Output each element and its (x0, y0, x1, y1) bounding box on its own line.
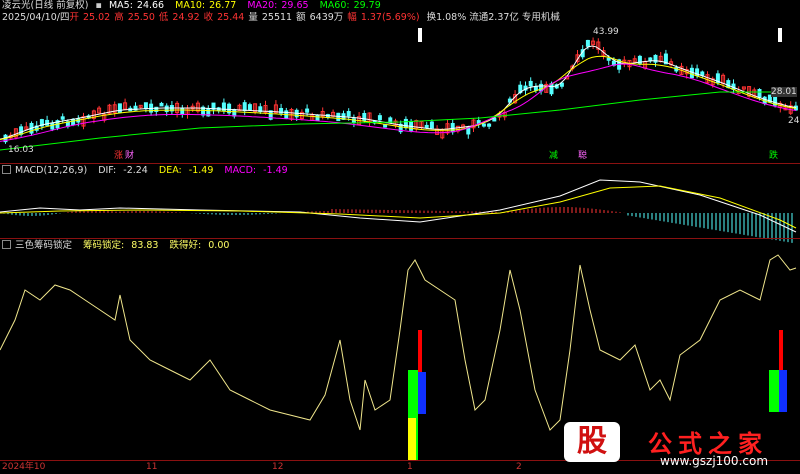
candle-body (726, 80, 731, 89)
candle-body (305, 108, 310, 113)
cyq-lock-line (0, 254, 797, 431)
candle-body (424, 124, 429, 128)
chip-bar-green (408, 418, 416, 460)
watermark: 股 公式之家 www.gszj100.com (560, 420, 800, 474)
ma60-line (0, 91, 796, 151)
chip-bar-red-right (779, 330, 783, 370)
candle-body (164, 105, 169, 113)
candle-body (221, 102, 226, 112)
x-axis-label: 12 (272, 462, 284, 472)
signal-tag-cai: 财 (125, 151, 135, 161)
candle-body (528, 80, 533, 87)
panel-separator-2 (0, 238, 800, 239)
watermark-url: www.gszj100.com (660, 454, 769, 468)
indicator-toggle-icon[interactable] (2, 240, 11, 249)
candle-body (143, 102, 148, 110)
watermark-logo: 股 (564, 422, 620, 462)
candle-body (606, 57, 611, 61)
candle-body (50, 122, 55, 130)
candle-body (487, 123, 492, 127)
macd-name[interactable]: MACD(12,26,9) (2, 165, 91, 176)
chip-bar-green-right (769, 370, 779, 412)
macd-dea: DEA: -1.49 (158, 165, 214, 176)
cyq-name[interactable]: 三色筹码锁定 (2, 240, 76, 251)
cyq-lock: 筹码锁定: 83.83 (83, 240, 159, 251)
x-axis-label: 2 (516, 462, 522, 472)
macd-header: MACD(12,26,9) DIF: -2.24 DEA: -1.49 MACD… (2, 165, 296, 177)
cyq-header: 三色筹码锁定 筹码锁定: 83.83 跌得好: 0.00 (2, 240, 237, 252)
candle-body (757, 89, 762, 99)
chip-bar-blue (418, 372, 426, 414)
candle-body (242, 102, 247, 112)
x-axis-label: 11 (146, 462, 158, 472)
candle-body (377, 115, 382, 121)
x-axis-label: 2024年10 (2, 462, 46, 472)
candle-body (346, 111, 351, 117)
signal-tag-cong: 聪 (578, 151, 588, 161)
candle-body (232, 109, 237, 117)
signal-tag-zhang: 涨 (114, 151, 124, 161)
candle-body (180, 107, 185, 115)
candle-body (481, 123, 486, 127)
vertical-cursor-mark-1 (418, 28, 422, 42)
macd-value: MACD: -1.49 (224, 165, 288, 176)
chart-canvas[interactable] (0, 0, 800, 474)
candle-body (117, 103, 122, 113)
candle-body (450, 123, 455, 133)
high-price-mark: 43.99 (593, 27, 619, 37)
signal-tag-jian: 减 (549, 151, 559, 161)
stock-chart-window: { "header": { "stock_name": "凌云光(日线 前复权)… (0, 0, 800, 474)
macd-dif: DIF: -2.24 (98, 165, 148, 176)
candle-body (585, 39, 590, 47)
candle-body (247, 104, 252, 111)
macd-dea-line (0, 185, 797, 229)
panel-separator-1 (0, 163, 800, 164)
candle-body (159, 102, 164, 107)
vertical-cursor-mark-2 (778, 28, 782, 42)
candle-body (60, 116, 65, 120)
chip-bar-blue-right (779, 370, 787, 412)
ma5-line (0, 45, 797, 140)
candle-body (315, 114, 320, 121)
candle-body (533, 86, 538, 91)
right-price-label-2: 24 (788, 116, 800, 126)
candle-body (403, 118, 408, 129)
right-price-label-1: 28.01 (771, 87, 797, 97)
ma10-line (0, 55, 797, 141)
cyq-drop: 跌得好: 0.00 (169, 240, 230, 251)
low-price-mark: 16.03 (8, 145, 34, 155)
macd-dif-line (0, 179, 797, 233)
indicator-toggle-icon[interactable] (2, 165, 11, 174)
candle-body (700, 71, 705, 76)
chip-bar-red (418, 330, 422, 372)
candle-body (19, 126, 24, 135)
candle-body (71, 118, 76, 126)
ma20-line (0, 63, 797, 142)
candle-body (429, 121, 434, 129)
x-axis-label: 1 (407, 462, 413, 472)
signal-tag-die: 跌 (769, 151, 779, 161)
